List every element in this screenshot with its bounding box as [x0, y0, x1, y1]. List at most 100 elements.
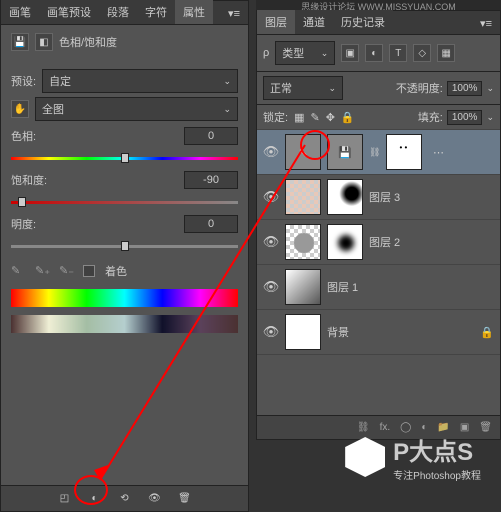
preset-label: 预设:: [11, 73, 36, 89]
panel-menu-icon[interactable]: ▾≡: [472, 13, 500, 34]
adjustment-thumb: ⬉: [285, 134, 321, 170]
lock-all-icon[interactable]: 🔒: [341, 111, 355, 124]
lock-label: 锁定:: [263, 109, 288, 125]
layer-name[interactable]: 图层 1: [327, 279, 494, 295]
tab-history[interactable]: 历史记录: [333, 10, 393, 34]
lightness-label: 明度:: [11, 216, 55, 232]
layer-thumb: [285, 314, 321, 350]
tab-layers[interactable]: 图层: [257, 10, 295, 34]
visibility-icon[interactable]: 👁: [263, 279, 279, 295]
fill-value[interactable]: 100%: [447, 110, 483, 125]
lock-transparent-icon[interactable]: ▦: [294, 111, 304, 124]
layer-thumb: 💾: [327, 134, 363, 170]
layer-list: 👁 ⬉ 💾 ⛓ • • ⋯ 👁 图层 3 👁 图层 2 👁 图层 1 👁: [257, 130, 500, 355]
watermark-logo: P大点S 专注Photoshop教程: [345, 432, 481, 482]
filter-shape-icon[interactable]: ◇: [413, 44, 431, 62]
hue-value[interactable]: 0: [184, 127, 238, 145]
layers-panel: 图层 通道 历史记录 ▾≡ ρ 类型 ⌄ ▣ ◐ T ◇ ▦ 正常 ⌄ 不透明度…: [256, 10, 501, 440]
filter-pixel-icon[interactable]: ▣: [341, 44, 359, 62]
left-tabs: 画笔 画笔预设 段落 字符 属性 ▾≡: [1, 1, 248, 25]
tab-character[interactable]: 字符: [137, 0, 175, 24]
layer-name[interactable]: 背景: [327, 324, 474, 340]
saturation-slider[interactable]: [11, 195, 238, 209]
clip-to-layer-icon[interactable]: ◰: [56, 490, 74, 508]
layer-item[interactable]: 👁 图层 1: [257, 265, 500, 310]
adjustment-icon: ◧: [35, 33, 53, 51]
layer-item[interactable]: 👁 ⬉ 💾 ⛓ • • ⋯: [257, 130, 500, 175]
filter-kind-select[interactable]: 类型 ⌄: [275, 41, 335, 65]
layer-item[interactable]: 👁 图层 2: [257, 220, 500, 265]
blend-mode-select[interactable]: 正常 ⌄: [263, 76, 343, 100]
chevron-down-icon: ⌄: [223, 76, 231, 87]
hand-icon[interactable]: ✋: [11, 100, 29, 118]
spectrum-bar-2: [11, 315, 238, 333]
filter-smart-icon[interactable]: ▦: [437, 44, 455, 62]
spectrum-bar: [11, 289, 238, 307]
visibility-icon[interactable]: 👁: [263, 144, 279, 160]
hue-label: 色相:: [11, 128, 55, 144]
saturation-value[interactable]: -90: [184, 171, 238, 189]
tab-properties[interactable]: 属性: [175, 0, 213, 24]
opacity-label: 不透明度:: [396, 80, 443, 96]
layer-item[interactable]: 👁 背景 🔒: [257, 310, 500, 355]
save-preset-icon[interactable]: 💾: [11, 33, 29, 51]
tab-brush[interactable]: 画笔: [1, 0, 39, 24]
logo-icon: [345, 437, 385, 477]
chevron-down-icon: ⌄: [223, 104, 231, 115]
filter-kind-label: ρ: [263, 47, 269, 59]
chevron-down-icon: ⌄: [328, 83, 336, 94]
visibility-icon[interactable]: 👁: [263, 234, 279, 250]
layer-menu-icon[interactable]: ⋯: [428, 146, 448, 159]
layer-thumb: [285, 269, 321, 305]
filter-kind-value: 类型: [282, 45, 304, 61]
mask-thumb: [327, 224, 363, 260]
opacity-value[interactable]: 100%: [447, 81, 483, 96]
lock-pixels-icon[interactable]: ✎: [310, 111, 319, 124]
layer-name[interactable]: 图层 3: [369, 189, 494, 205]
tab-channels[interactable]: 通道: [295, 10, 333, 34]
right-tabs: 图层 通道 历史记录 ▾≡: [257, 11, 500, 35]
preset-value: 自定: [49, 73, 71, 89]
lightness-slider[interactable]: [11, 239, 238, 253]
fill-label: 填充:: [418, 109, 443, 125]
panel-title: 色相/饱和度: [59, 34, 117, 50]
range-select[interactable]: 全图 ⌄: [35, 97, 238, 121]
toggle-visibility-icon[interactable]: 👁: [146, 490, 164, 508]
chevron-down-icon[interactable]: ⌄: [486, 83, 494, 94]
saturation-label: 饱和度:: [11, 172, 55, 188]
eyedropper-sub-icon[interactable]: ✎₋: [59, 264, 73, 278]
mask-thumb: [327, 179, 363, 215]
eyedropper-icon[interactable]: ✎: [11, 264, 25, 278]
tab-brush-preset[interactable]: 画笔预设: [39, 0, 99, 24]
logo-subtitle: 专注Photoshop教程: [393, 467, 481, 482]
chevron-down-icon[interactable]: ⌄: [486, 112, 494, 123]
delete-layer-icon[interactable]: 🗑: [479, 422, 492, 433]
range-value: 全图: [42, 101, 64, 117]
layer-thumb: [285, 179, 321, 215]
panel-menu-icon[interactable]: ▾≡: [220, 3, 248, 24]
colorize-checkbox[interactable]: [83, 265, 95, 277]
reset-icon[interactable]: ⟲: [116, 490, 134, 508]
lock-position-icon[interactable]: ✥: [326, 111, 335, 124]
preset-select[interactable]: 自定 ⌄: [42, 69, 238, 93]
eyedropper-add-icon[interactable]: ✎₊: [35, 264, 49, 278]
colorize-label: 着色: [105, 263, 127, 279]
lightness-value[interactable]: 0: [184, 215, 238, 233]
filter-type-icon[interactable]: T: [389, 44, 407, 62]
tab-paragraph[interactable]: 段落: [99, 0, 137, 24]
visibility-icon[interactable]: 👁: [263, 324, 279, 340]
prev-state-icon[interactable]: ◐: [86, 490, 104, 508]
mask-thumb: • •: [386, 134, 422, 170]
link-icon: ⛓: [369, 147, 380, 158]
logo-text: P大点S: [393, 439, 473, 466]
properties-panel: 画笔 画笔预设 段落 字符 属性 ▾≡ 💾 ◧ 色相/饱和度 预设: 自定 ⌄ …: [0, 0, 249, 512]
delete-icon[interactable]: 🗑: [176, 490, 194, 508]
blend-mode-value: 正常: [270, 80, 292, 96]
hue-slider[interactable]: [11, 151, 238, 165]
layer-name[interactable]: 图层 2: [369, 234, 494, 250]
layer-item[interactable]: 👁 图层 3: [257, 175, 500, 220]
chevron-down-icon: ⌄: [321, 48, 329, 59]
layer-thumb: [285, 224, 321, 260]
filter-adjust-icon[interactable]: ◐: [365, 44, 383, 62]
visibility-icon[interactable]: 👁: [263, 189, 279, 205]
